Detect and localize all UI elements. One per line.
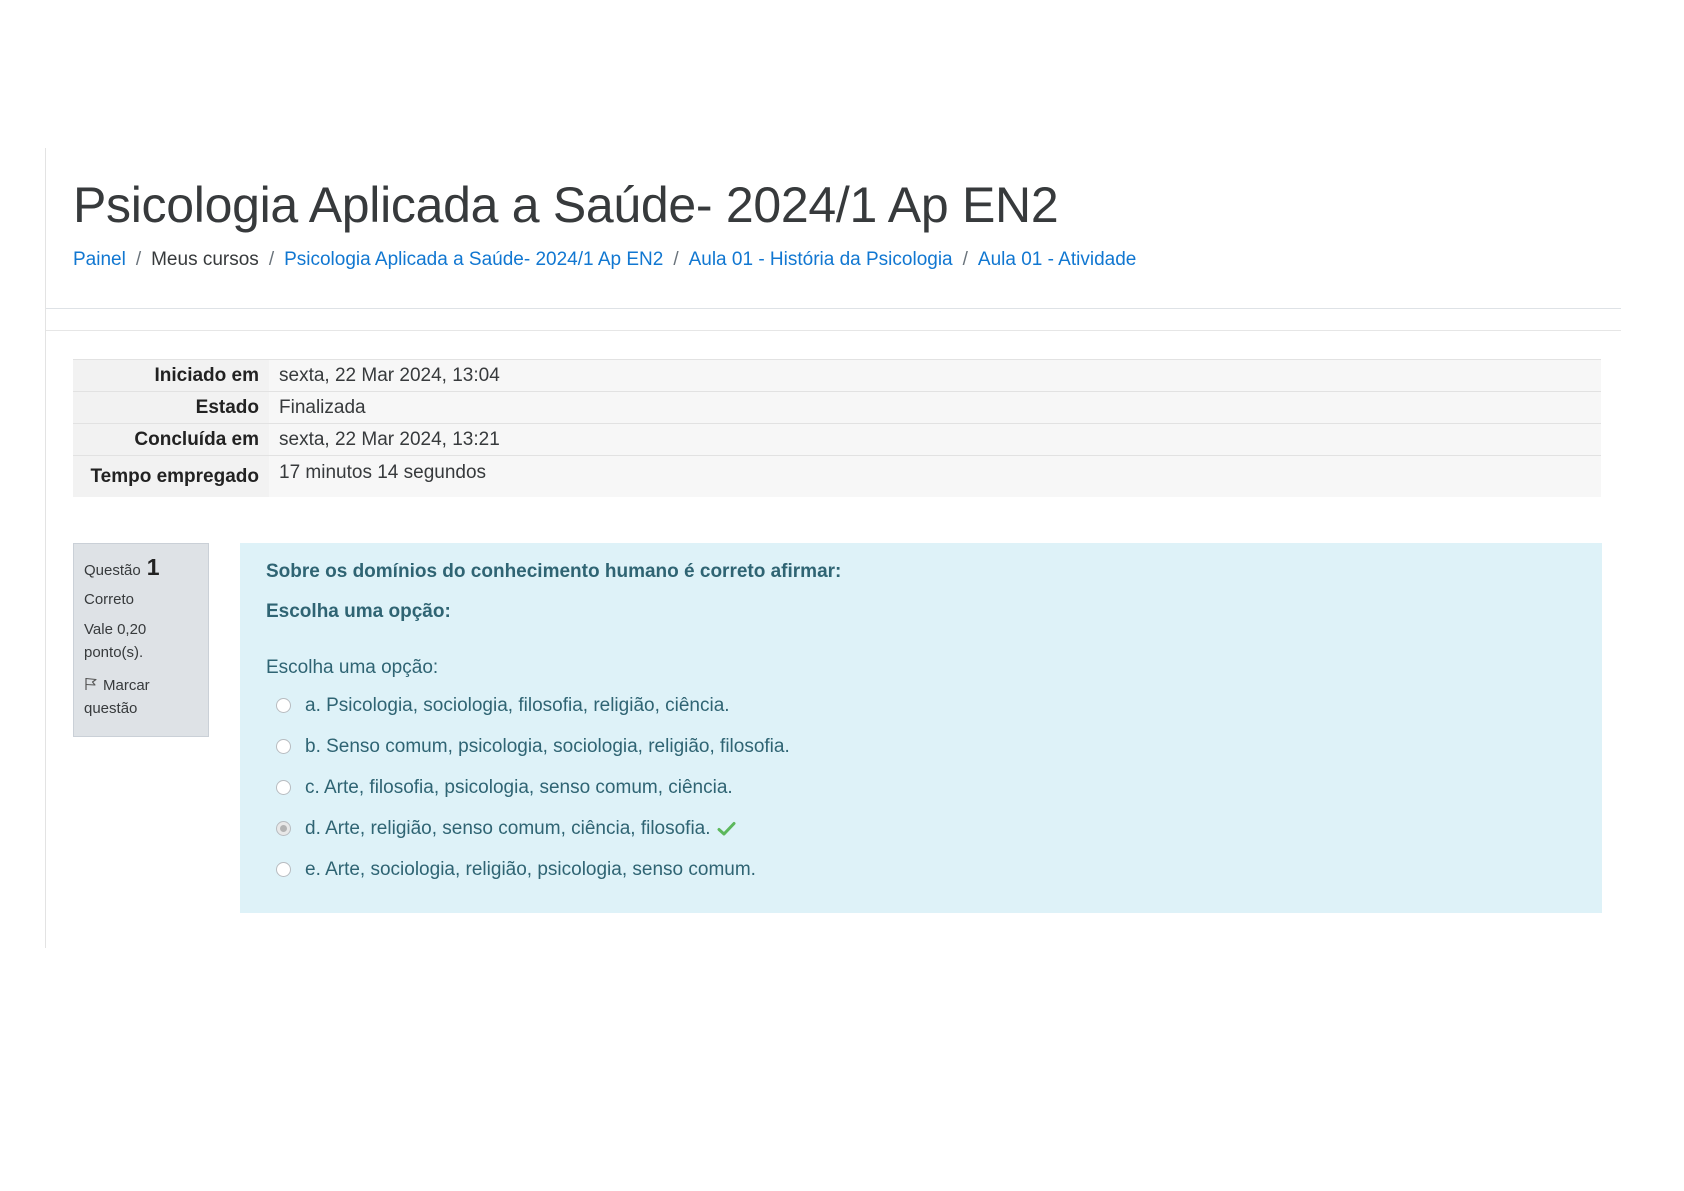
summary-value: Finalizada [269,391,1601,424]
flag-outline-icon [84,675,98,690]
question-prompt: Escolha uma opção: [266,601,451,622]
question-text: Sobre os domínios do conhecimento humano… [266,561,842,582]
radio-button-icon[interactable] [276,698,291,713]
breadcrumb-separator: / [673,249,679,270]
answer-option-e[interactable]: e. Arte, sociologia, religião, psicologi… [266,849,1576,890]
answer-option-b[interactable]: b. Senso comum, psicologia, sociologia, … [266,726,1576,767]
attempt-summary-table: Iniciado em sexta, 22 Mar 2024, 13:04 Es… [73,359,1601,497]
quiz-review-page: Psicologia Aplicada a Saúde- 2024/1 Ap E… [0,0,1684,1191]
breadcrumb-meus-cursos: Meus cursos [151,249,259,270]
question-formulation: Sobre os domínios do conhecimento humano… [240,543,1602,913]
radio-button-selected-icon[interactable] [276,821,291,836]
breadcrumb-painel[interactable]: Painel [73,249,126,271]
summary-label: Iniciado em [73,359,269,392]
breadcrumb: Painel / Meus cursos / Psicologia Aplica… [73,249,1136,271]
breadcrumb-separator: / [268,249,275,270]
answer-label: e. Arte, sociologia, religião, psicologi… [305,858,756,880]
check-icon [717,821,736,837]
answer-label: d. Arte, religião, senso comum, ciência,… [305,817,711,839]
breadcrumb-separator: / [135,249,142,270]
summary-row-completed: Concluída em sexta, 22 Mar 2024, 13:21 [73,423,1601,456]
content-divider [46,330,1621,331]
question-info-panel: Questão 1 Correto Vale 0,20 ponto(s). Ma… [73,543,209,737]
question-number: Questão 1 [84,554,198,581]
question-number-value: 1 [146,554,160,580]
breadcrumb-course[interactable]: Psicologia Aplicada a Saúde- 2024/1 Ap E… [284,249,663,271]
question-state: Correto [84,591,135,608]
summary-label: Tempo empregado [73,455,269,497]
flag-question-button[interactable]: Marcar questão [84,674,198,720]
summary-row-started: Iniciado em sexta, 22 Mar 2024, 13:04 [73,359,1601,392]
summary-row-time-taken: Tempo empregado 17 minutos 14 segundos [73,455,1601,497]
breadcrumb-section[interactable]: Aula 01 - História da Psicologia [689,249,953,271]
radio-button-icon[interactable] [276,862,291,877]
answer-label: a. Psicologia, sociologia, filosofia, re… [305,694,730,716]
answer-option-c[interactable]: c. Arte, filosofia, psicologia, senso co… [266,767,1576,808]
breadcrumb-separator: / [962,249,968,270]
summary-value: sexta, 22 Mar 2024, 13:04 [269,359,1601,392]
radio-button-icon[interactable] [276,739,291,754]
page-header: Psicologia Aplicada a Saúde- 2024/1 Ap E… [46,148,1621,309]
answer-option-a[interactable]: a. Psicologia, sociologia, filosofia, re… [266,685,1576,726]
answer-label: b. Senso comum, psicologia, sociologia, … [305,735,790,757]
page-title: Psicologia Aplicada a Saúde- 2024/1 Ap E… [73,177,1059,233]
answer-option-d[interactable]: d. Arte, religião, senso comum, ciência,… [266,808,1576,849]
radio-button-icon[interactable] [276,780,291,795]
question-number-label: Questão [84,562,141,579]
answer-label: c. Arte, filosofia, psicologia, senso co… [305,776,733,798]
summary-row-state: Estado Finalizada [73,391,1601,424]
summary-label: Concluída em [73,423,269,456]
breadcrumb-activity[interactable]: Aula 01 - Atividade [978,249,1136,271]
question-grade: Vale 0,20 ponto(s). [84,621,147,661]
summary-value: 17 minutos 14 segundos [269,455,1601,497]
summary-value: sexta, 22 Mar 2024, 13:21 [269,423,1601,456]
answer-prompt: Escolha uma opção: [266,657,439,678]
summary-label: Estado [73,391,269,424]
answer-options: a. Psicologia, sociologia, filosofia, re… [266,685,1576,890]
